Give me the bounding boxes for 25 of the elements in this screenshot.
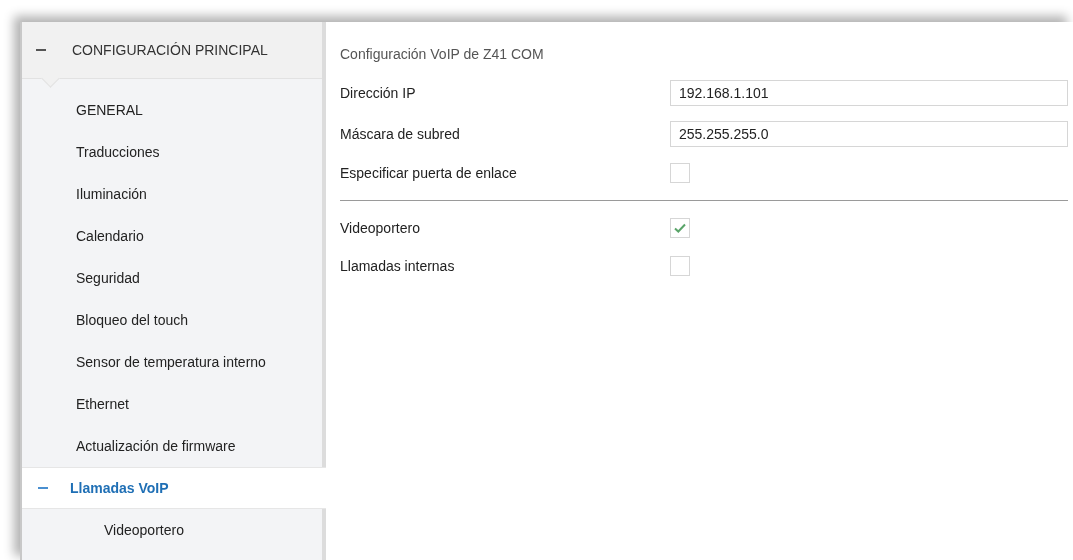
field-label: Máscara de subred	[340, 125, 461, 142]
checkbox[interactable]	[670, 218, 690, 238]
sidebar-item[interactable]: Bloqueo del touch	[22, 299, 322, 341]
field-label: Dirección IP	[340, 84, 417, 101]
sidebar-item[interactable]: Ethernet	[22, 383, 322, 425]
panel-title: Configuración VoIP de Z41 COM	[340, 45, 544, 64]
sidebar-item[interactable]: Videoportero	[22, 509, 322, 551]
checkbox-label: Especificar puerta de enlace	[340, 165, 518, 181]
input-field[interactable]: 255.255.255.0	[670, 120, 1068, 147]
input-field[interactable]: 192.168.1.101	[670, 79, 1068, 106]
sidebar-item[interactable]: Sensor de temperatura interno	[22, 341, 322, 383]
section-title: CONFIGURACIÓN PRINCIPAL	[72, 42, 268, 58]
minus-icon	[36, 49, 46, 51]
checkbox-label: Videoportero	[340, 220, 421, 236]
sidebar-item[interactable]: GENERAL	[22, 89, 322, 131]
checkmark-icon	[674, 223, 686, 233]
sidebar-item[interactable]: Iluminación	[22, 173, 322, 215]
checkbox-label: Llamadas internas	[340, 258, 456, 274]
sidebar-item[interactable]: Traducciones	[22, 131, 322, 173]
sidebar-item[interactable]: Calendario	[22, 215, 322, 257]
sidebar-item[interactable]: Seguridad	[22, 257, 322, 299]
checkbox[interactable]	[670, 163, 690, 183]
sidebar-item[interactable]: Actualización de firmware	[22, 425, 322, 467]
checkbox[interactable]	[670, 256, 690, 276]
sidebar-item[interactable]: Llamadas VoIP	[22, 467, 326, 509]
